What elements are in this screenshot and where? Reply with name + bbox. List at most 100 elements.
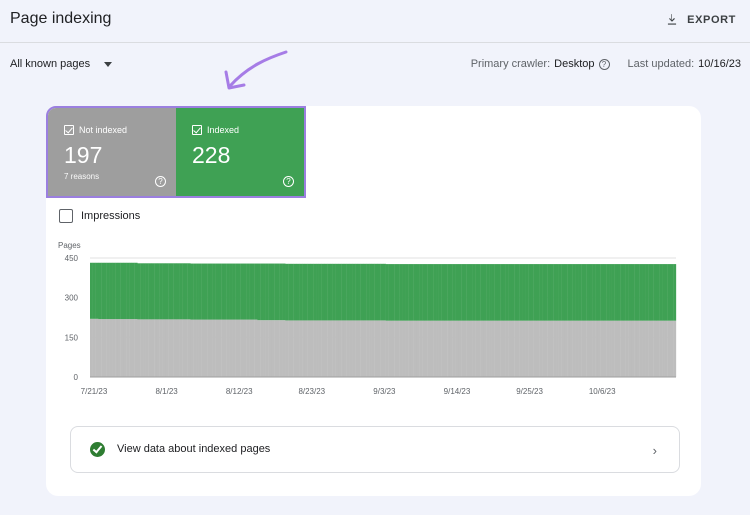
bar-not-indexed bbox=[539, 320, 543, 377]
bar-indexed bbox=[589, 264, 593, 321]
bar-not-indexed bbox=[656, 320, 660, 377]
bar-indexed bbox=[257, 263, 261, 321]
bar-not-indexed bbox=[268, 320, 272, 377]
impressions-toggle[interactable]: Impressions bbox=[59, 209, 140, 223]
bar-not-indexed bbox=[338, 320, 342, 377]
bar-indexed bbox=[145, 263, 149, 320]
bar-not-indexed bbox=[547, 320, 551, 377]
bar-not-indexed bbox=[145, 319, 149, 377]
bar-not-indexed bbox=[226, 319, 230, 377]
help-icon[interactable]: ? bbox=[598, 58, 610, 70]
bar-not-indexed bbox=[92, 318, 96, 377]
bar-not-indexed bbox=[103, 319, 107, 377]
bar-indexed bbox=[491, 264, 495, 321]
bar-indexed bbox=[597, 264, 601, 321]
bar-indexed bbox=[101, 262, 105, 320]
bar-not-indexed bbox=[642, 320, 646, 377]
bar-indexed bbox=[483, 264, 487, 321]
bar-indexed bbox=[341, 263, 345, 321]
bar-not-indexed bbox=[670, 320, 674, 377]
bar-indexed bbox=[235, 263, 239, 320]
indexed-tile[interactable]: Indexed 228 ? bbox=[176, 108, 304, 196]
help-icon[interactable]: ? bbox=[155, 176, 166, 187]
bar-indexed bbox=[371, 263, 375, 321]
bar-indexed bbox=[480, 264, 484, 321]
bar-indexed bbox=[581, 264, 585, 321]
bar-not-indexed bbox=[396, 320, 400, 377]
bar-not-indexed bbox=[193, 319, 197, 377]
bar-indexed bbox=[196, 263, 199, 320]
bar-not-indexed bbox=[536, 320, 540, 377]
not-indexed-reasons: 7 reasons bbox=[64, 172, 100, 181]
bar-not-indexed bbox=[260, 320, 264, 377]
status-tiles: Not indexed 197 7 reasons ? Indexed 228 … bbox=[46, 106, 306, 198]
bar-indexed bbox=[357, 263, 361, 321]
export-label: EXPORT bbox=[687, 14, 736, 26]
bar-not-indexed bbox=[131, 319, 135, 377]
bar-not-indexed bbox=[355, 320, 359, 377]
bar-indexed bbox=[98, 262, 102, 320]
bar-not-indexed bbox=[249, 319, 252, 377]
bar-indexed bbox=[117, 262, 121, 320]
bar-not-indexed bbox=[332, 320, 336, 377]
bar-indexed bbox=[179, 263, 183, 320]
bar-not-indexed bbox=[271, 320, 275, 377]
view-indexed-pages-button[interactable]: View data about indexed pages › bbox=[70, 426, 680, 473]
not-indexed-tile[interactable]: Not indexed 197 7 reasons ? bbox=[48, 108, 176, 196]
bar-not-indexed bbox=[553, 320, 557, 377]
bar-indexed bbox=[603, 264, 607, 321]
bar-not-indexed bbox=[257, 320, 261, 377]
bar-indexed bbox=[472, 264, 476, 321]
pages-filter-dropdown[interactable]: All known pages bbox=[10, 58, 113, 70]
bar-not-indexed bbox=[516, 320, 520, 377]
bar-not-indexed bbox=[667, 320, 671, 377]
x-tick-label: 8/23/23 bbox=[298, 387, 325, 396]
bar-not-indexed bbox=[176, 319, 180, 377]
x-tick-label: 9/25/23 bbox=[516, 387, 543, 396]
bar-not-indexed bbox=[430, 320, 434, 377]
bar-not-indexed bbox=[645, 320, 649, 377]
bar-indexed bbox=[561, 264, 565, 321]
bar-indexed bbox=[388, 264, 392, 321]
bar-indexed bbox=[143, 263, 146, 320]
bar-indexed bbox=[528, 264, 532, 321]
bar-indexed bbox=[296, 263, 300, 321]
bar-indexed bbox=[226, 263, 230, 320]
bar-indexed bbox=[293, 263, 297, 321]
bar-indexed bbox=[324, 263, 328, 321]
bar-indexed bbox=[427, 264, 431, 321]
bar-not-indexed bbox=[274, 320, 278, 377]
bar-indexed bbox=[572, 264, 576, 321]
bar-not-indexed bbox=[221, 319, 225, 377]
bar-indexed bbox=[288, 263, 292, 321]
bar-not-indexed bbox=[366, 320, 370, 377]
bar-not-indexed bbox=[578, 320, 582, 377]
help-icon[interactable]: ? bbox=[283, 176, 294, 187]
y-tick-label: 300 bbox=[65, 294, 79, 303]
bar-indexed bbox=[405, 264, 409, 321]
bar-not-indexed bbox=[500, 320, 504, 377]
bar-indexed bbox=[567, 264, 571, 321]
bar-not-indexed bbox=[525, 320, 529, 377]
bar-indexed bbox=[514, 264, 518, 321]
bar-not-indexed bbox=[502, 320, 506, 377]
bar-indexed bbox=[511, 264, 515, 321]
bar-indexed bbox=[438, 264, 442, 321]
export-button[interactable]: EXPORT bbox=[665, 10, 736, 30]
x-tick-label: 9/3/23 bbox=[373, 387, 396, 396]
bar-indexed bbox=[254, 263, 258, 320]
bar-indexed bbox=[377, 263, 381, 321]
bar-indexed bbox=[316, 263, 319, 321]
bar-not-indexed bbox=[95, 318, 99, 377]
bar-not-indexed bbox=[179, 319, 183, 377]
bar-indexed bbox=[204, 263, 208, 320]
bar-not-indexed bbox=[162, 319, 166, 377]
bar-indexed bbox=[408, 264, 412, 321]
bar-not-indexed bbox=[639, 320, 643, 377]
not-indexed-label-wrap: Not indexed bbox=[64, 125, 127, 135]
bar-not-indexed bbox=[617, 320, 621, 377]
bar-not-indexed bbox=[475, 320, 479, 377]
bar-indexed bbox=[396, 264, 400, 321]
bar-not-indexed bbox=[343, 320, 347, 377]
bar-indexed bbox=[556, 264, 559, 321]
